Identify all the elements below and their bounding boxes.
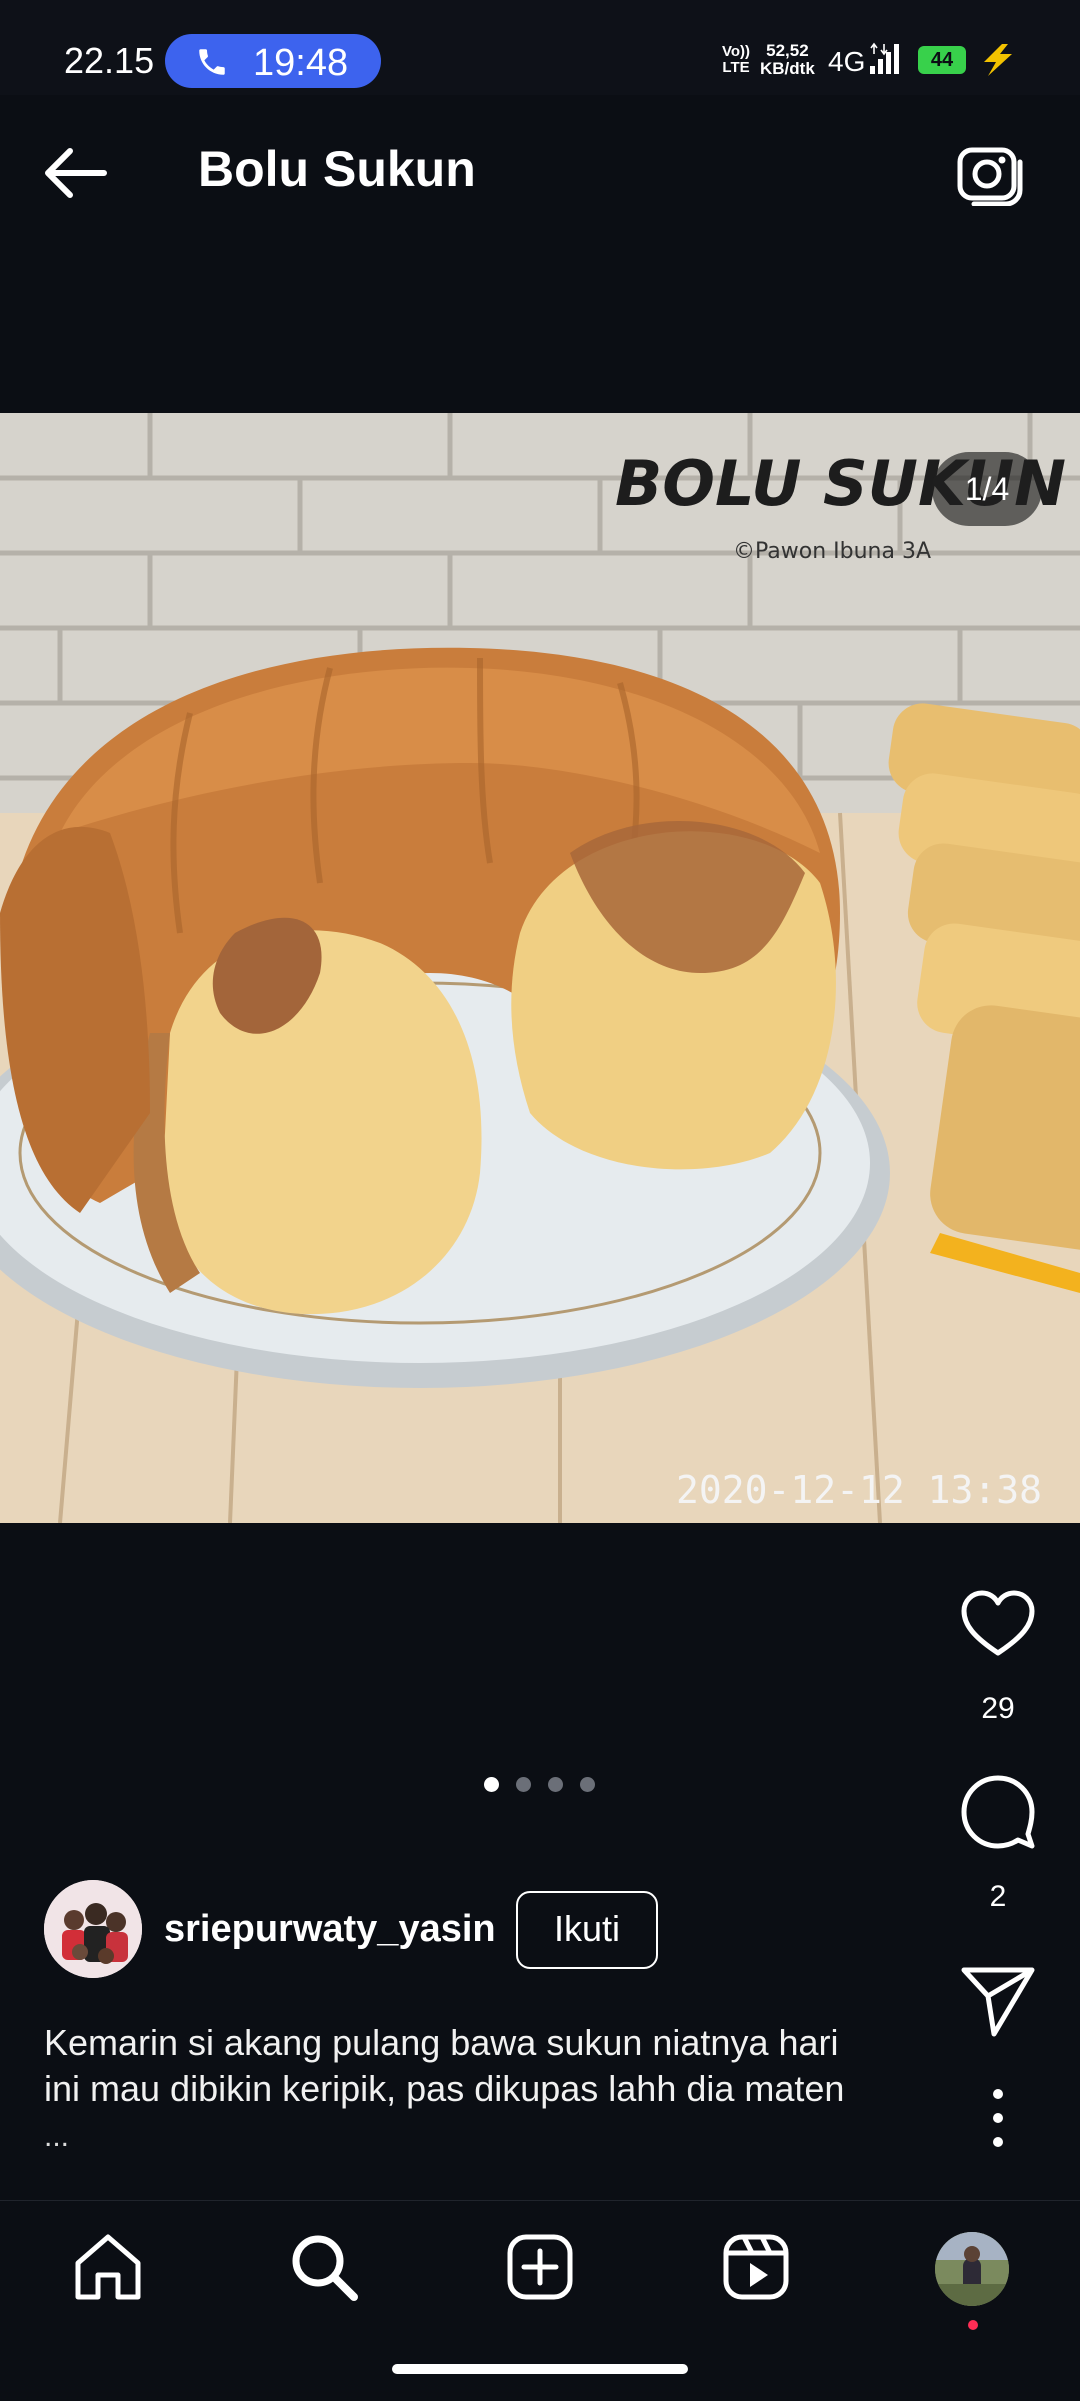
search-icon[interactable] [286, 2229, 362, 2305]
post-caption[interactable]: Kemarin si akang pulang bawa sukun niatn… [44, 2020, 944, 2112]
comment-icon[interactable] [958, 1772, 1038, 1852]
photo-overlay-credit: ©Pawon Ibuna 3A [733, 539, 931, 564]
comment-count[interactable]: 2 [938, 1880, 1058, 1914]
signal-icon [870, 42, 899, 74]
phone-icon [199, 49, 225, 75]
create-icon[interactable] [502, 2229, 578, 2305]
status-time: 22.15 [64, 40, 155, 81]
profile-avatar[interactable] [935, 2232, 1009, 2306]
notification-dot [968, 2320, 978, 2330]
carousel-dot-1 [484, 1777, 499, 1792]
post-photo[interactable]: BOLU SUKUN ©Pawon Ibuna 3A 2020-12-12 13… [0, 413, 1080, 1523]
home-indicator[interactable] [392, 2364, 688, 2374]
author-username[interactable]: sriepurwaty_yasin [164, 1908, 496, 1951]
volte-label-top: Vo)) [722, 43, 751, 60]
cake-photo-illustration: BOLU SUKUN ©Pawon Ibuna 3A 2020-12-12 13… [0, 413, 1080, 1523]
carousel-dot-3 [548, 1777, 563, 1792]
heart-icon[interactable] [958, 1585, 1038, 1665]
charging-icon [984, 44, 1012, 76]
like-count[interactable]: 29 [938, 1692, 1058, 1726]
home-icon[interactable] [70, 2229, 146, 2305]
network-speed-unit: KB/dtk [760, 59, 815, 78]
status-bar [0, 0, 1080, 95]
caption-more[interactable]: ... [44, 2120, 69, 2154]
volte-label-bottom: LTE [722, 59, 750, 76]
photo-counter: 1/4 [932, 452, 1042, 526]
reels-icon[interactable] [718, 2229, 794, 2305]
follow-button[interactable]: Ikuti [516, 1891, 658, 1969]
caption-line-1: Kemarin si akang pulang bawa sukun niatn… [44, 2022, 839, 2063]
page-title: Bolu Sukun [198, 141, 476, 197]
share-icon[interactable] [958, 1960, 1038, 2040]
network-type: 4G [828, 46, 866, 77]
avatar-image [44, 1880, 142, 1978]
network-speed-value: 52,52 [766, 41, 809, 60]
more-icon[interactable] [958, 2078, 1038, 2158]
profile-avatar-image [935, 2232, 1009, 2306]
battery-icon: 44 [918, 46, 966, 74]
camera-icon[interactable] [954, 140, 1026, 206]
author-avatar[interactable] [44, 1880, 142, 1978]
carousel-dot-2 [516, 1777, 531, 1792]
network-speed: 52,52 KB/dtk [760, 42, 815, 78]
caption-line-2: ini mau dibikin keripik, pas dikupas lah… [44, 2068, 845, 2109]
photo-timestamp: 2020-12-12 13:38 [676, 1468, 1042, 1512]
carousel-dot-4 [580, 1777, 595, 1792]
volte-indicator: Vo)) LTE [722, 44, 750, 76]
call-timer: 19:48 [253, 42, 349, 84]
ongoing-call-pill[interactable]: 19:48 [165, 34, 381, 88]
back-arrow-icon[interactable] [40, 145, 110, 201]
